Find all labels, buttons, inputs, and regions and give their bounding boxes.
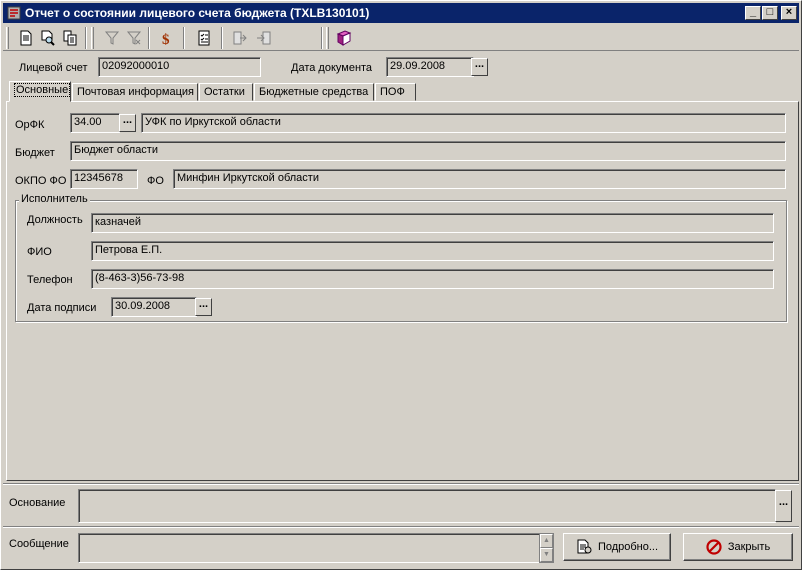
- details-button-label: Подробно...: [597, 541, 659, 553]
- orfk-label: ОрФК: [15, 119, 45, 131]
- position-label: Должность: [27, 214, 83, 226]
- footer-divider: [3, 483, 799, 485]
- orfk-code-field[interactable]: 34.00: [70, 113, 120, 133]
- checklist-icon[interactable]: [193, 27, 215, 49]
- details-button[interactable]: Подробно...: [563, 533, 671, 561]
- tab-main[interactable]: Основные: [9, 81, 71, 102]
- tab-budget-funds[interactable]: Бюджетные средства: [254, 83, 374, 101]
- basis-field[interactable]: [78, 489, 776, 523]
- toolbar-grip[interactable]: [91, 27, 94, 49]
- executor-group-title: Исполнитель: [19, 193, 90, 205]
- toolbar-separator: [183, 27, 185, 49]
- fo-field[interactable]: Минфин Иркутской области: [173, 169, 786, 189]
- minimize-button[interactable]: _: [745, 6, 761, 20]
- orfk-lookup-button[interactable]: ...: [119, 114, 136, 132]
- close-window-button[interactable]: ×: [781, 6, 797, 20]
- filter-off-icon[interactable]: [123, 27, 145, 49]
- account-label: Лицевой счет: [19, 62, 88, 74]
- main-window: Отчет о состоянии лицевого счета бюджета…: [0, 0, 802, 570]
- maximize-button[interactable]: □: [762, 6, 778, 20]
- copy-doc-icon[interactable]: [59, 27, 81, 49]
- basis-label: Основание: [9, 497, 66, 509]
- message-scrollbar[interactable]: ▲ ▼: [539, 533, 554, 563]
- position-field[interactable]: казначей: [91, 213, 774, 233]
- stop-icon: [706, 539, 722, 555]
- fio-label: ФИО: [27, 246, 52, 258]
- import-icon[interactable]: [253, 27, 275, 49]
- toolbar-separator: [221, 27, 223, 49]
- export-icon[interactable]: [229, 27, 251, 49]
- preview-icon[interactable]: [37, 27, 59, 49]
- scroll-down-icon[interactable]: ▼: [540, 548, 553, 562]
- currency-icon[interactable]: $: [155, 27, 177, 49]
- tab-pof[interactable]: ПОФ: [375, 83, 416, 101]
- doc-date-picker-button[interactable]: ...: [471, 58, 488, 76]
- new-doc-icon[interactable]: [15, 27, 37, 49]
- budget-field[interactable]: Бюджет области: [70, 141, 786, 161]
- toolbar-grip[interactable]: [326, 27, 329, 49]
- window-title: Отчет о состоянии лицевого счета бюджета…: [25, 6, 370, 20]
- toolbar-separator: [148, 27, 150, 49]
- sign-date-field[interactable]: 30.09.2008: [111, 297, 197, 317]
- tab-postal[interactable]: Почтовая информация: [72, 83, 198, 101]
- message-label: Сообщение: [9, 538, 69, 550]
- basis-lookup-button[interactable]: ...: [775, 490, 792, 522]
- doc-date-label: Дата документа: [291, 62, 373, 74]
- okpo-label: ОКПО ФО: [15, 175, 67, 187]
- tab-balances[interactable]: Остатки: [199, 83, 253, 101]
- fo-label: ФО: [147, 175, 164, 187]
- close-button[interactable]: Закрыть: [683, 533, 793, 561]
- toolbar-separator: [85, 27, 87, 49]
- filter-icon[interactable]: [101, 27, 123, 49]
- message-field[interactable]: [78, 533, 540, 563]
- orfk-name-field[interactable]: УФК по Иркутской области: [141, 113, 786, 133]
- okpo-field[interactable]: 12345678: [70, 169, 138, 189]
- doc-date-field[interactable]: 29.09.2008: [386, 57, 474, 77]
- sign-date-picker-button[interactable]: ...: [195, 298, 212, 316]
- svg-text:$: $: [162, 32, 170, 46]
- book-icon[interactable]: [333, 27, 355, 49]
- phone-label: Телефон: [27, 274, 73, 286]
- phone-field[interactable]: (8-463-3)56-73-98: [91, 269, 774, 289]
- close-button-label: Закрыть: [727, 541, 771, 553]
- budget-label: Бюджет: [15, 147, 55, 159]
- sign-date-label: Дата подписи: [27, 302, 97, 314]
- app-icon: [7, 6, 21, 20]
- toolbar: $: [3, 25, 799, 51]
- scroll-up-icon[interactable]: ▲: [540, 534, 553, 548]
- fio-field[interactable]: Петрова Е.П.: [91, 241, 774, 261]
- title-bar[interactable]: Отчет о состоянии лицевого счета бюджета…: [3, 3, 799, 23]
- toolbar-separator: [321, 27, 323, 49]
- account-field[interactable]: 02092000010: [98, 57, 261, 77]
- details-doc-icon: [577, 539, 592, 554]
- toolbar-grip[interactable]: [6, 27, 9, 49]
- footer-divider: [3, 526, 799, 528]
- tab-main-label: Основные: [14, 83, 71, 97]
